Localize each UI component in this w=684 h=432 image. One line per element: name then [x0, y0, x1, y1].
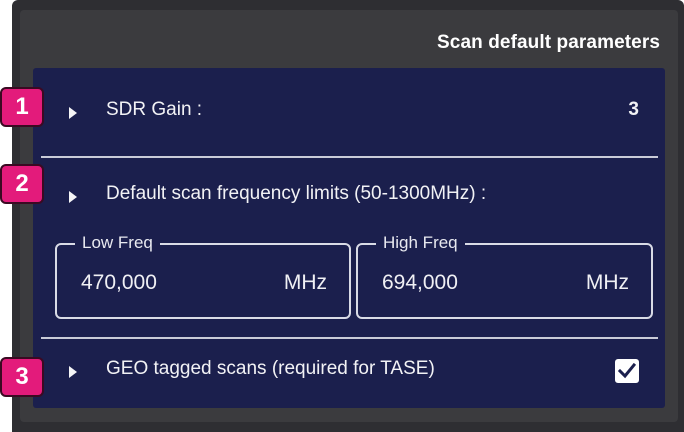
high-freq-unit: MHz	[585, 271, 629, 294]
geo-tagged-label: GEO tagged scans (required for TASE)	[106, 358, 435, 379]
panel-content: SDR Gain : 3 Default scan frequency limi…	[33, 68, 665, 408]
high-freq-value[interactable]: 694,000	[382, 271, 458, 295]
panel-title: Scan default parameters	[437, 32, 660, 53]
callout-badge-1: 1	[0, 87, 44, 127]
scan-defaults-panel: Scan default parameters SDR Gain : 3 Def…	[20, 10, 678, 422]
caret-right-icon[interactable]	[69, 366, 77, 378]
high-freq-legend: High Freq	[376, 232, 465, 254]
caret-right-icon[interactable]	[69, 191, 77, 203]
sdr-gain-label: SDR Gain :	[106, 99, 203, 120]
low-freq-field[interactable]: Low Freq 470,000 MHz	[55, 232, 351, 319]
low-freq-unit: MHz	[283, 271, 327, 294]
low-freq-legend: Low Freq	[75, 232, 160, 254]
sdr-gain-value: 3	[628, 99, 639, 120]
callout-badge-2: 2	[0, 164, 44, 204]
callout-badge-3: 3	[0, 357, 44, 397]
low-freq-value[interactable]: 470,000	[81, 271, 157, 295]
high-freq-field[interactable]: High Freq 694,000 MHz	[356, 232, 653, 319]
frequency-limits-label: Default scan frequency limits (50-1300MH…	[106, 183, 487, 204]
geo-tagged-checkbox[interactable]	[615, 359, 639, 383]
frequency-limits-row[interactable]: Default scan frequency limits (50-1300MH…	[33, 158, 665, 337]
checkmark-icon	[618, 363, 636, 379]
geo-tagged-row[interactable]: GEO tagged scans (required for TASE)	[33, 339, 665, 408]
sdr-gain-row[interactable]: SDR Gain : 3	[33, 68, 665, 156]
caret-right-icon[interactable]	[69, 107, 77, 119]
